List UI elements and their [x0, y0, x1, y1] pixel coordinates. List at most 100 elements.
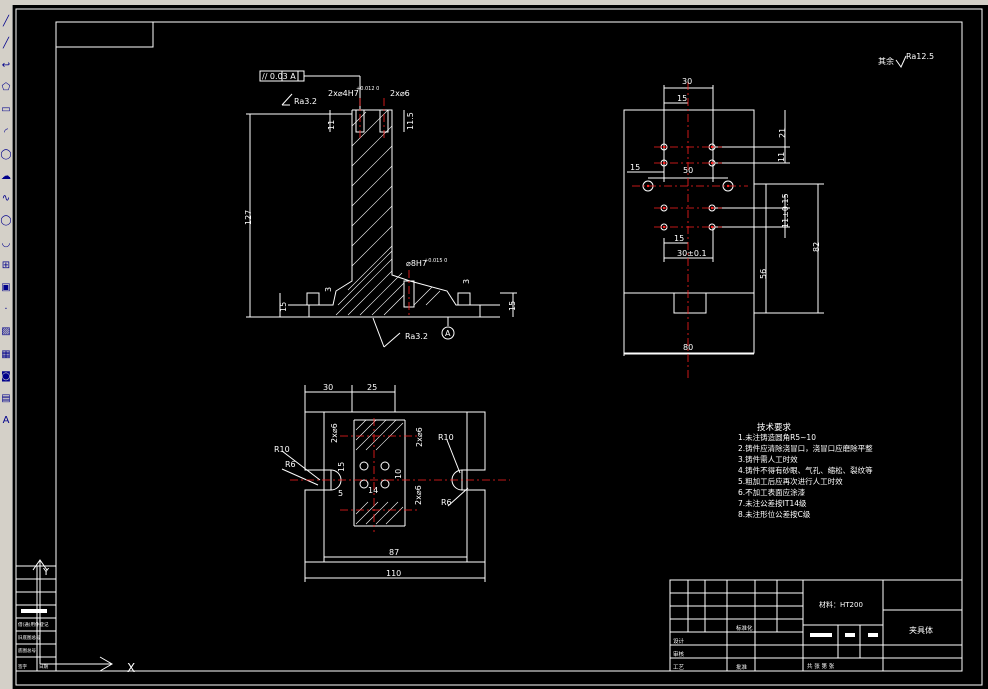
- center-hole-tol: +0.015 0: [424, 258, 447, 264]
- sheet-outer-border: [15, 8, 983, 686]
- sheet-inner-border: [55, 21, 963, 672]
- lb-label: 日期: [39, 664, 48, 670]
- point-icon: ·: [4, 304, 8, 316]
- ucs-y-label: Y: [42, 567, 50, 578]
- top-dim-10: 10: [394, 469, 403, 479]
- top-dim-5: 5: [338, 489, 343, 498]
- insert-block-icon: ⊞: [1, 259, 11, 271]
- dim-12-front: 11.5: [406, 112, 415, 130]
- revision-cloud-icon: ☁: [1, 170, 11, 182]
- top-r10-right: R10: [438, 433, 454, 442]
- flatness-label: // 0.03 A: [262, 72, 296, 81]
- insert-block-tool[interactable]: ⊞: [0, 258, 12, 272]
- side-dim-15-mid: 15: [674, 234, 684, 243]
- rectangle-tool[interactable]: ▭: [0, 103, 12, 117]
- side-dim-21: 21: [778, 128, 787, 138]
- part-name: 夹具体: [909, 625, 933, 635]
- side-dim-30: 30: [682, 77, 692, 86]
- construction-line-tool[interactable]: ╱: [0, 36, 12, 50]
- ucs-x-label: X: [127, 661, 135, 675]
- tb-sheets: 共 张 第 张: [807, 662, 835, 670]
- top-hole-c: 2x⌀6: [414, 485, 423, 505]
- left-block-fills: [21, 609, 47, 613]
- height-127: 127: [244, 210, 253, 225]
- tech-req-title: 技术要求: [757, 422, 792, 433]
- side-dim-82: 82: [812, 242, 821, 252]
- datum-label: A: [445, 329, 451, 338]
- point-tool[interactable]: ·: [0, 303, 12, 317]
- make-block-tool[interactable]: ▣: [0, 280, 12, 294]
- ra-top: Ra3.2: [294, 97, 317, 106]
- polygon-icon: ⬠: [1, 82, 11, 94]
- tech-req-item: 7.未注公差按IT14级: [738, 498, 807, 508]
- table-icon: ▤: [1, 392, 11, 404]
- polyline-icon: ↩: [1, 59, 11, 71]
- side-dim-50: 50: [683, 166, 693, 175]
- base-15-left: 15: [279, 302, 288, 312]
- roughness-note: 其余: [878, 56, 894, 66]
- dim-11-front: 11: [327, 120, 336, 130]
- ellipse-arc-tool[interactable]: ◡: [0, 236, 12, 250]
- base-3-left: 3: [324, 287, 333, 292]
- roughness-main: Ra12.5: [906, 52, 934, 61]
- side-dim-30-tol: 30±0.1: [677, 249, 707, 258]
- tech-req-item: 3.铸件需人工时效: [738, 454, 798, 464]
- polygon-tool[interactable]: ⬠: [0, 81, 12, 95]
- rectangle-icon: ▭: [1, 104, 11, 116]
- top-r6-right: R6: [441, 498, 452, 507]
- side-dim-15-left: 15: [630, 163, 640, 172]
- side-dim-15-top: 15: [677, 94, 687, 103]
- tb-design: 设计: [673, 637, 685, 645]
- spline-icon: ∿: [1, 193, 11, 205]
- gradient-tool[interactable]: ▦: [0, 347, 12, 361]
- lb-label: 底图总号: [18, 647, 36, 654]
- table-tool[interactable]: ▤: [0, 391, 12, 405]
- tb-process: 工艺: [673, 664, 685, 671]
- drawing-text: 其余 Ra12.5 // 0.03 A Ra3.2 2x⌀4H7 +0.012 …: [18, 52, 934, 675]
- top-dim-14: 14: [368, 486, 378, 495]
- tech-req-item: 2.铸件应清除浇冒口，浇冒口应磨除平整: [738, 443, 873, 453]
- tech-req-item: 4.铸件不得有砂眼、气孔、缩松、裂纹等: [738, 465, 873, 475]
- lb-label: 借(通)用件登记: [18, 621, 49, 628]
- top-dim-30: 30: [323, 383, 333, 392]
- top-hole-b: 2x⌀6: [415, 427, 424, 447]
- base-15-right: 15: [508, 301, 517, 311]
- side-view: [623, 85, 824, 356]
- material-label: 材料：HT200: [819, 600, 863, 609]
- lb-label: 签字: [18, 663, 27, 670]
- region-icon: ◙: [1, 370, 11, 382]
- spline-tool[interactable]: ∿: [0, 192, 12, 206]
- hatch-tool[interactable]: ▨: [0, 325, 12, 339]
- line-icon: ╱: [2, 15, 10, 27]
- holes-right-label: 2x⌀6: [390, 89, 410, 98]
- ellipse-arc-icon: ◡: [1, 237, 11, 249]
- draw-toolbar: ╱ ╱ ↩ ⬠ ▭ ◜ ◯ ☁ ∿ ◯ ◡ ⊞ ▣ · ▨ ▦ ◙ ▤ A: [0, 5, 13, 689]
- revision-cloud-tool[interactable]: ☁: [0, 169, 12, 183]
- circle-icon: ◯: [0, 148, 12, 160]
- multiline-text-tool[interactable]: A: [0, 414, 12, 428]
- arc-icon: ◜: [4, 126, 8, 138]
- circle-tool[interactable]: ◯: [0, 147, 12, 161]
- top-r10-left: R10: [274, 445, 290, 454]
- multiline-text-icon: A: [2, 415, 10, 427]
- arc-tool[interactable]: ◜: [0, 125, 12, 139]
- polyline-tool[interactable]: ↩: [0, 58, 12, 72]
- center-lines: [290, 82, 748, 532]
- left-block: [15, 565, 57, 672]
- tb-approve: 批准: [736, 663, 748, 671]
- tech-req-item: 6.不加工表面应涂漆: [738, 487, 806, 497]
- tech-req-item: 1.未注铸造圆角R5~10: [738, 432, 816, 442]
- top-dim-25: 25: [367, 383, 377, 392]
- lb-label: 旧底图总号: [18, 634, 41, 641]
- ellipse-tool[interactable]: ◯: [0, 214, 12, 228]
- tb-check: 审核: [673, 650, 685, 658]
- region-tool[interactable]: ◙: [0, 369, 12, 383]
- line-tool[interactable]: ╱: [0, 14, 12, 28]
- make-block-icon: ▣: [1, 281, 11, 293]
- top-dim-110: 110: [386, 569, 401, 578]
- ellipse-icon: ◯: [0, 215, 12, 227]
- tech-req-item: 5.粗加工后应再次进行人工时效: [738, 476, 843, 486]
- side-dim-11: 11: [777, 152, 786, 162]
- drawing-canvas[interactable]: 其余 Ra12.5 // 0.03 A Ra3.2 2x⌀4H7 +0.012 …: [13, 5, 988, 689]
- gradient-icon: ▦: [1, 348, 11, 360]
